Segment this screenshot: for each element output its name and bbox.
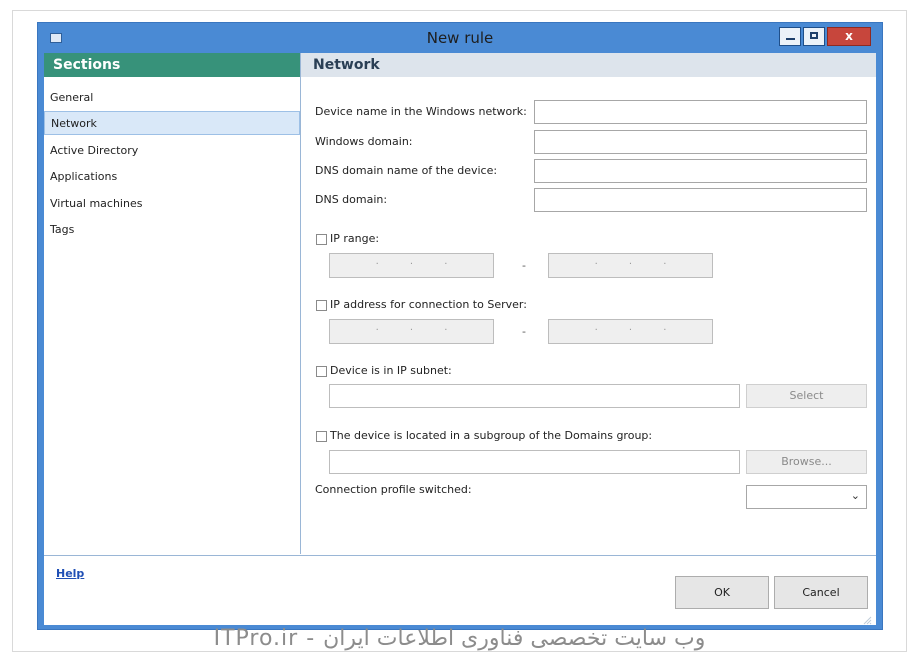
ip-range-start-input[interactable]: · · · — [329, 253, 494, 278]
title-bar[interactable]: New rule x — [38, 23, 882, 53]
dns-domain-name-label: DNS domain name of the device: — [315, 164, 498, 177]
dns-domain-label: DNS domain: — [315, 193, 388, 206]
ip-range-checkbox[interactable] — [316, 234, 327, 245]
watermark-text: ITPro.ir - وب سایت تخصصی فناوری اطلاعات … — [213, 626, 706, 651]
sidebar-item-general[interactable]: General — [44, 86, 300, 110]
help-link[interactable]: Help — [56, 567, 84, 580]
browse-button[interactable]: Browse... — [746, 450, 867, 474]
resize-grip-icon[interactable] — [862, 615, 872, 625]
ip-subnet-label: Device is in IP subnet: — [330, 364, 452, 377]
ip-octet-separators: · · · — [594, 325, 667, 336]
close-button[interactable]: x — [827, 27, 871, 46]
device-name-label: Device name in the Windows network: — [315, 105, 527, 118]
sections-panel: Sections General Network Active Director… — [44, 53, 301, 554]
ip-server-checkbox[interactable] — [316, 300, 327, 311]
ip-octet-separators: · · · — [594, 259, 667, 270]
dns-domain-name-input[interactable] — [534, 159, 867, 183]
ip-range-label: IP range: — [330, 232, 380, 245]
ip-octet-separators: · · · — [375, 325, 448, 336]
windows-domain-label: Windows domain: — [315, 135, 413, 148]
subgroup-input[interactable] — [329, 450, 740, 474]
new-rule-dialog: New rule x Sections General Network Acti… — [37, 22, 883, 630]
device-name-input[interactable] — [534, 100, 867, 124]
ip-server-label: IP address for connection to Server: — [330, 298, 527, 311]
close-icon: x — [845, 29, 853, 43]
subgroup-checkbox[interactable] — [316, 431, 327, 442]
maximize-button[interactable] — [803, 27, 825, 46]
ip-range-end-input[interactable]: · · · — [548, 253, 713, 278]
select-button[interactable]: Select — [746, 384, 867, 408]
maximize-icon — [810, 32, 818, 39]
sidebar-item-active-directory[interactable]: Active Directory — [44, 139, 300, 163]
cancel-button[interactable]: Cancel — [774, 576, 868, 609]
ip-octet-separators: · · · — [375, 259, 448, 270]
minimize-button[interactable] — [779, 27, 801, 46]
sidebar-item-network[interactable]: Network — [44, 111, 300, 135]
ip-subnet-input[interactable] — [329, 384, 740, 408]
minimize-icon — [786, 38, 795, 40]
subgroup-label: The device is located in a subgroup of t… — [330, 429, 653, 442]
windows-domain-input[interactable] — [534, 130, 867, 154]
dns-domain-input[interactable] — [534, 188, 867, 212]
section-title: Network — [301, 53, 876, 77]
sidebar-item-applications[interactable]: Applications — [44, 165, 300, 189]
ip-range-separator: - — [522, 259, 526, 272]
chevron-down-icon: ⌄ — [850, 489, 860, 502]
connection-profile-label: Connection profile switched: — [315, 483, 472, 496]
ip-server-separator: - — [522, 325, 526, 338]
sections-header: Sections — [44, 53, 300, 77]
sidebar-item-virtual-machines[interactable]: Virtual machines — [44, 192, 300, 216]
ip-server-start-input[interactable]: · · · — [329, 319, 494, 344]
ok-button[interactable]: OK — [675, 576, 769, 609]
sidebar-item-tags[interactable]: Tags — [44, 218, 300, 242]
ip-server-end-input[interactable]: · · · — [548, 319, 713, 344]
window-title: New rule — [426, 29, 494, 47]
connection-profile-select[interactable]: ⌄ — [746, 485, 867, 509]
dialog-client-area: Sections General Network Active Director… — [44, 53, 876, 625]
ip-subnet-checkbox[interactable] — [316, 366, 327, 377]
